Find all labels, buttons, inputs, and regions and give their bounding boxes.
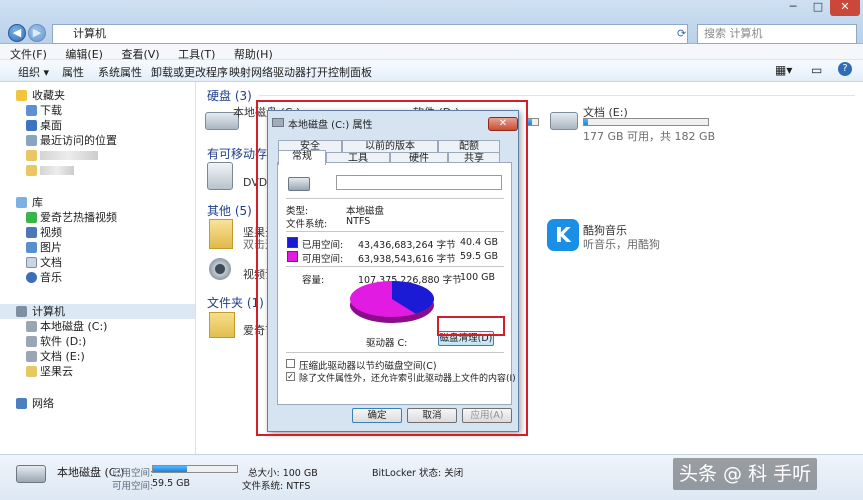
sidebar-item-music[interactable]: 音乐: [0, 270, 195, 285]
library-icon: [16, 197, 27, 208]
map-drive-button[interactable]: 映射网络驱动器: [229, 64, 306, 80]
status-filesystem: 文件系统: NTFS: [242, 481, 311, 492]
jianguoyun-icon: [26, 366, 37, 377]
drive-e-free: 177 GB 可用，共 182 GB: [583, 130, 716, 143]
sidebar-item-drive-c[interactable]: 本地磁盘 (C:): [0, 319, 195, 334]
minimize-button[interactable]: ─: [780, 0, 806, 16]
network-icon: [16, 398, 27, 409]
sidebar-item-libraries[interactable]: 库: [0, 195, 195, 210]
back-button[interactable]: ◀: [8, 24, 26, 42]
sidebar-item-videos[interactable]: 视频: [0, 225, 195, 240]
iqiyi-folder-icon[interactable]: [209, 312, 235, 338]
system-properties-button[interactable]: 系统属性: [98, 64, 142, 80]
star-icon: [16, 90, 27, 101]
sidebar-item-documents[interactable]: 文档: [0, 255, 195, 270]
sidebar-item-drive-d[interactable]: 软件 (D:): [0, 334, 195, 349]
sidebar-item-network[interactable]: 网络: [0, 396, 195, 411]
uninstall-button[interactable]: 卸载或更改程序: [151, 64, 228, 80]
forward-button[interactable]: ▶: [28, 24, 46, 42]
recent-places-icon: [26, 135, 37, 146]
video-icon: [26, 227, 37, 238]
help-icon[interactable]: ?: [838, 62, 852, 76]
video-library-icon: [26, 212, 37, 223]
desktop-icon: [26, 120, 37, 131]
sidebar-item-blurred-2[interactable]: [0, 163, 195, 178]
blurred-label: [40, 151, 98, 160]
sidebar-item-computer[interactable]: 计算机: [0, 304, 195, 319]
address-text: 计算机: [73, 27, 106, 40]
drive-e-bar: [583, 118, 709, 126]
properties-button[interactable]: 属性: [62, 64, 84, 80]
sidebar-item-jianguoyun[interactable]: 坚果云: [0, 364, 195, 379]
tab-general[interactable]: 常规: [278, 150, 326, 165]
maximize-button[interactable]: □: [806, 0, 830, 16]
sidebar-item-desktop[interactable]: 桌面: [0, 118, 195, 133]
command-bar: 组织 ▾ 属性 系统属性 卸载或更改程序 映射网络驱动器 打开控制面板 ▦▾ ▭…: [0, 60, 863, 82]
preview-pane-icon[interactable]: ▭: [811, 63, 822, 77]
webcam-icon[interactable]: [209, 258, 231, 280]
sidebar-item-iqiyi-videos[interactable]: 爱奇艺热播视频: [0, 210, 195, 225]
address-bar[interactable]: 计算机: [52, 24, 688, 44]
computer-icon: [16, 306, 27, 317]
status-usage-bar: [152, 465, 238, 473]
kugou-sub: 听音乐，用酷狗: [583, 238, 660, 251]
organize-button[interactable]: 组织 ▾: [18, 64, 49, 80]
drive-e-icon[interactable]: [550, 112, 578, 130]
menu-bar: 文件(F) 编辑(E) 查看(V) 工具(T) 帮助(H): [0, 44, 863, 61]
title-bar: ─ □ ✕ ◀ ▶ 计算机 ⟳ 搜索 计算机: [0, 0, 863, 44]
search-input[interactable]: 搜索 计算机: [697, 24, 857, 44]
dvd-icon[interactable]: [207, 162, 233, 190]
download-folder-icon: [26, 105, 37, 116]
sidebar-item-recent[interactable]: 最近访问的位置: [0, 133, 195, 148]
watermark: 头条 @ 科 手听: [673, 458, 818, 490]
sidebar-item-downloads[interactable]: 下载: [0, 103, 195, 118]
view-options-icon[interactable]: ▦▾: [775, 63, 792, 77]
jianguoyun-icon[interactable]: [209, 219, 233, 249]
kugou-icon[interactable]: K: [547, 219, 579, 251]
navigation-pane: 收藏夹 下载 桌面 最近访问的位置 库 爱奇艺热播视频 视频 图片 文档 音乐 …: [0, 82, 196, 454]
group-hard-disks[interactable]: 硬盘 (3): [207, 87, 252, 104]
drive-icon: [26, 351, 37, 362]
drive-icon: [26, 321, 37, 332]
sidebar-item-favorites[interactable]: 收藏夹: [0, 88, 195, 103]
status-used-label: 已用空间:: [112, 468, 154, 479]
status-free-value: 59.5 GB: [152, 478, 191, 489]
folder-icon: [26, 165, 37, 176]
pictures-icon: [26, 242, 37, 253]
status-free-label: 可用空间:: [112, 481, 154, 492]
close-button[interactable]: ✕: [830, 0, 860, 16]
refresh-icon[interactable]: ⟳: [677, 24, 691, 44]
cleanup-highlight-box: [437, 316, 505, 336]
status-bitlocker: BitLocker 状态: 关闭: [372, 468, 464, 479]
divider: [259, 95, 855, 96]
sidebar-item-drive-e[interactable]: 文档 (E:): [0, 349, 195, 364]
documents-icon: [26, 257, 37, 268]
status-total: 总大小: 100 GB: [248, 468, 318, 479]
drive-icon: [26, 336, 37, 347]
sidebar-item-blurred-1[interactable]: [0, 148, 195, 163]
group-others[interactable]: 其他 (5): [207, 202, 252, 219]
control-panel-button[interactable]: 打开控制面板: [306, 64, 372, 80]
folder-icon: [26, 150, 37, 161]
blurred-label: [40, 166, 74, 175]
drive-d-bar: [527, 118, 539, 126]
sidebar-item-pictures[interactable]: 图片: [0, 240, 195, 255]
music-icon: [26, 272, 37, 283]
status-drive-icon: [16, 465, 46, 483]
